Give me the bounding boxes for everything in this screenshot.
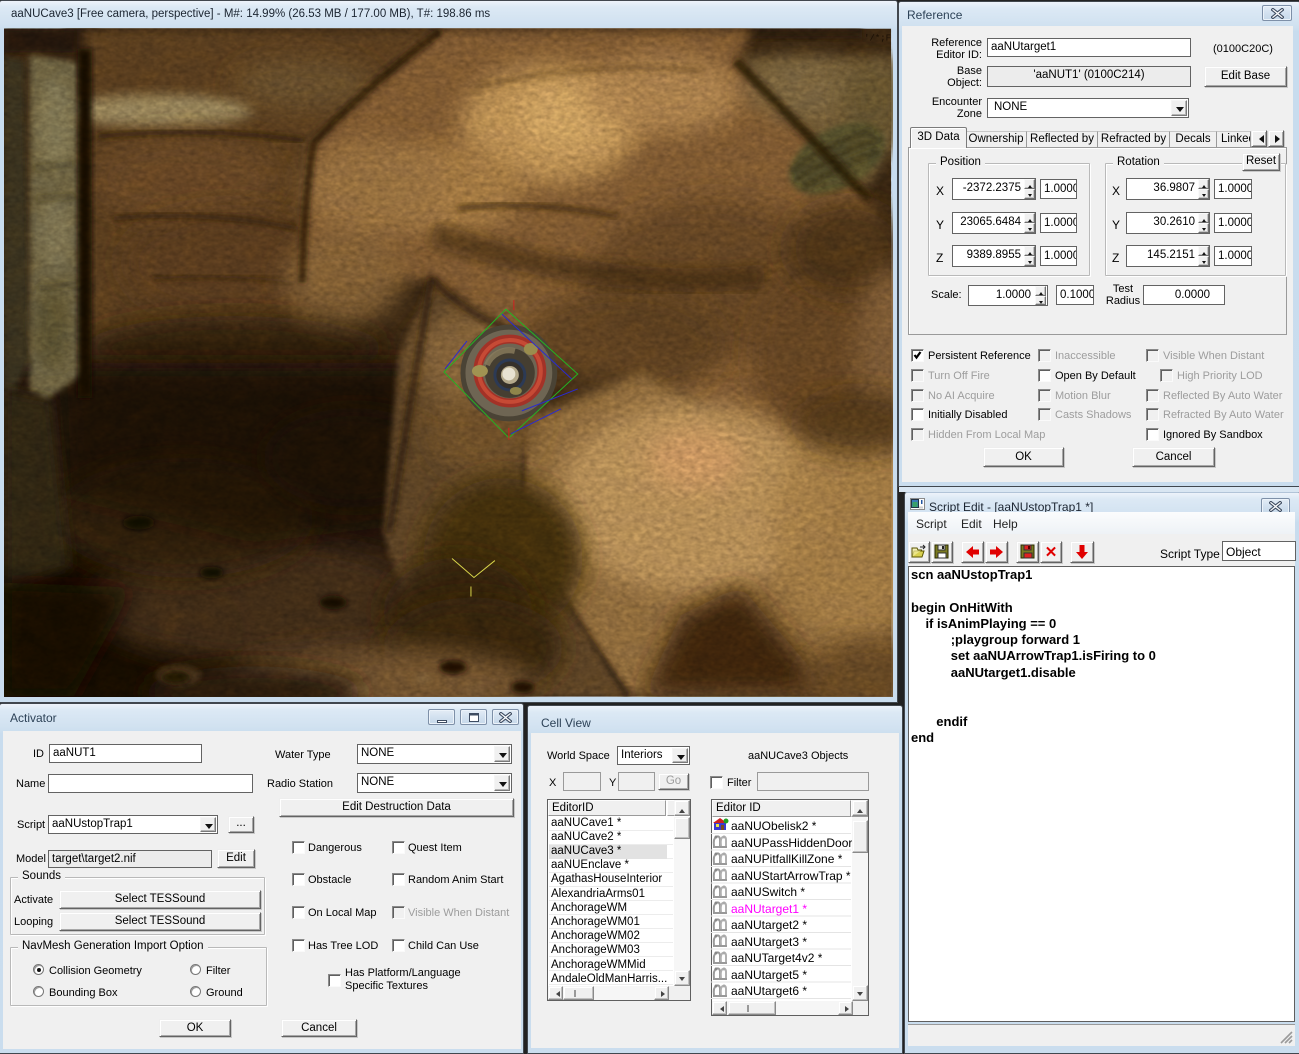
svg-text:'/*;F: '/*;F: [864, 34, 891, 44]
